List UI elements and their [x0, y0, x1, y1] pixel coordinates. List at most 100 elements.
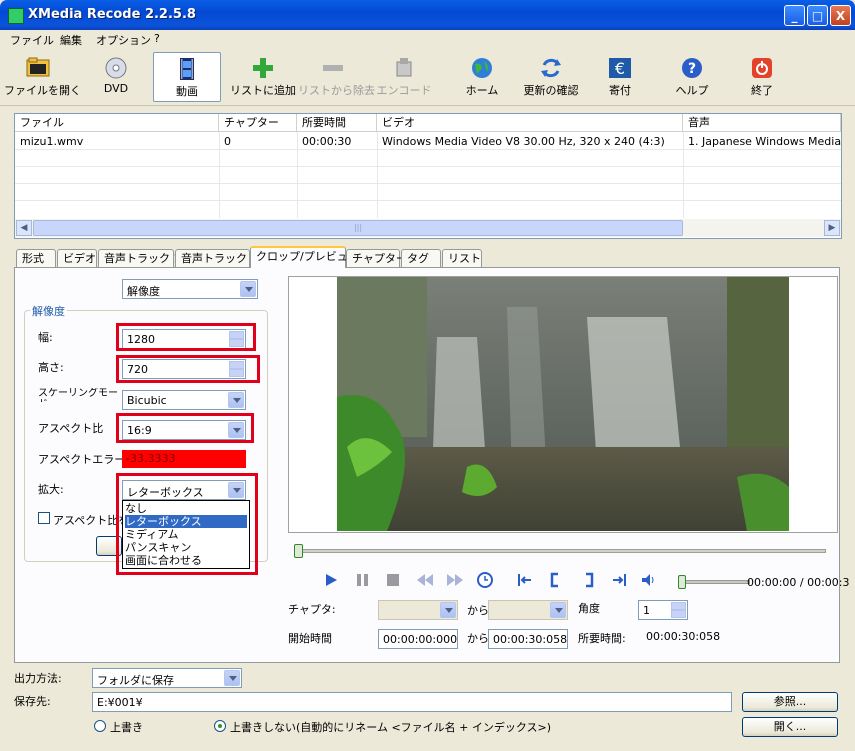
highlight-height [116, 355, 260, 383]
no-overwrite-radio[interactable] [214, 720, 226, 732]
chevron-down-icon[interactable] [240, 281, 256, 297]
radio-dot [218, 724, 222, 728]
video-frame [337, 277, 789, 531]
tab-audio-track-1[interactable]: 音声トラック 1 [98, 249, 181, 267]
output-method-value: フォルダに保存 [97, 674, 174, 687]
tab-chapter[interactable]: チャプター [346, 249, 407, 267]
euro-icon: € [609, 58, 631, 78]
volume-thumb[interactable] [678, 575, 686, 589]
chapter-end-select[interactable] [488, 600, 568, 620]
volume-track[interactable] [684, 580, 750, 584]
tab-crop-preview[interactable]: クロップ/プレビュー [250, 246, 359, 268]
fast-forward-icon[interactable] [446, 571, 464, 589]
browse-button[interactable]: 参照... [742, 692, 838, 712]
chapter-start-select[interactable] [378, 600, 458, 620]
angle-spinner[interactable] [671, 602, 686, 618]
dvd-icon [105, 57, 127, 79]
open-file-label: ファイルを開く [4, 84, 81, 97]
remove-from-list-button[interactable]: リストから除去 [298, 52, 375, 102]
overwrite-label: 上書き [110, 721, 143, 734]
tab-audio-track-2[interactable]: 音声トラック 2 [175, 249, 258, 267]
scaling-mode-label: スケーリングモー ド: [38, 388, 118, 402]
column-header-video[interactable]: ビデオ [377, 114, 683, 132]
destination-input[interactable]: E:¥001¥ [92, 692, 732, 712]
chevron-down-icon[interactable] [440, 602, 456, 618]
clock-icon[interactable] [476, 571, 494, 589]
dvd-label: DVD [103, 82, 129, 95]
tab-format[interactable]: 形式 [16, 249, 56, 267]
menu-edit[interactable]: 編集 [60, 32, 82, 48]
aspect-error-value: -33.3333 [122, 450, 246, 468]
globe-icon [472, 58, 492, 78]
go-to-start-icon[interactable] [516, 571, 534, 589]
encode-button[interactable]: エンコード [376, 52, 432, 102]
highlight-zoom [116, 473, 258, 575]
add-to-list-button[interactable]: リストに追加 [230, 52, 296, 102]
scroll-right-icon[interactable]: ▶ [824, 220, 840, 236]
output-method-select[interactable]: フォルダに保存 [92, 668, 242, 688]
maximize-button[interactable]: □ [807, 5, 828, 26]
aspect-ratio-label: アスペクト比 [38, 422, 104, 435]
aspect-error-label: アスペクトエラー: [38, 453, 129, 466]
home-button[interactable]: ホーム [460, 52, 504, 102]
dvd-button[interactable]: DVD [94, 52, 138, 102]
tab-list[interactable]: リスト [442, 249, 482, 267]
open-file-button[interactable]: ファイルを開く [4, 52, 81, 102]
pause-icon[interactable] [354, 571, 372, 589]
seek-thumb[interactable] [294, 544, 303, 558]
zoom-label: 拡大: [38, 483, 64, 496]
stop-icon[interactable] [384, 571, 402, 589]
tab-video[interactable]: ビデオ [57, 249, 97, 267]
minimize-button[interactable]: _ [784, 5, 805, 26]
menu-file[interactable]: ファイル [10, 32, 54, 48]
check-updates-label: 更新の確認 [523, 84, 579, 97]
column-header-duration[interactable]: 所要時間 [297, 114, 377, 132]
open-button[interactable]: 開く... [742, 717, 838, 737]
mark-out-icon[interactable] [580, 571, 598, 589]
go-to-end-icon[interactable] [610, 571, 628, 589]
end-time-input[interactable]: 00:00:30:058 [488, 629, 568, 649]
film-icon [180, 58, 194, 80]
scaling-mode-select[interactable]: Bicubic [122, 390, 246, 410]
scaling-mode-value: Bicubic [127, 394, 167, 407]
donate-label: 寄付 [609, 84, 631, 97]
menu-help[interactable]: ? [154, 32, 160, 45]
add-to-list-label: リストに追加 [230, 84, 296, 97]
menu-options[interactable]: オプション [96, 32, 151, 48]
rewind-icon[interactable] [416, 571, 434, 589]
column-header-file[interactable]: ファイル [15, 114, 219, 132]
scroll-left-icon[interactable]: ◀ [16, 220, 32, 236]
output-method-label: 出力方法: [14, 672, 62, 685]
mark-in-icon[interactable] [546, 571, 564, 589]
title-bar[interactable]: XMedia Recode 2.2.5.8 _ □ X [0, 0, 855, 30]
volume-icon[interactable] [640, 571, 658, 589]
file-list[interactable]: ファイル チャプター 所要時間 ビデオ 音声 mizu1.wmv 0 00:00… [14, 113, 844, 239]
play-icon[interactable] [322, 571, 340, 589]
close-button[interactable]: X [830, 5, 851, 26]
menu-bar: ファイル 編集 オプション ? [0, 30, 855, 48]
donate-button[interactable]: € 寄付 [598, 52, 642, 102]
horizontal-scrollbar[interactable]: ◀ ||| ▶ [15, 219, 841, 237]
exit-button[interactable]: 終了 [740, 52, 784, 102]
exit-label: 終了 [751, 84, 773, 97]
cell-file: mizu1.wmv [20, 135, 84, 148]
svg-text:?: ? [688, 61, 696, 77]
cell-chapter: 0 [224, 135, 231, 148]
column-header-chapter[interactable]: チャプター [219, 114, 297, 132]
keep-aspect-checkbox[interactable] [38, 512, 50, 524]
overwrite-radio[interactable] [94, 720, 106, 732]
tab-tags[interactable]: タグ [401, 249, 441, 267]
video-button[interactable]: 動画 [153, 52, 221, 102]
column-header-audio[interactable]: 音声 [683, 114, 841, 132]
toolbar: ファイルを開く DVD 動画 リストに追加 リストから除去 エンコード ホーム … [0, 49, 855, 106]
chevron-down-icon[interactable] [224, 670, 240, 686]
help-button[interactable]: ? ヘルプ [670, 52, 714, 102]
start-time-input[interactable]: 00:00:00:000 [378, 629, 458, 649]
chevron-down-icon[interactable] [550, 602, 566, 618]
check-updates-button[interactable]: 更新の確認 [518, 52, 584, 102]
chevron-down-icon[interactable] [228, 392, 244, 408]
seek-track[interactable] [294, 549, 826, 553]
crop-mode-select[interactable]: 解像度 [122, 279, 258, 299]
scroll-thumb[interactable]: ||| [33, 220, 683, 236]
angle-input[interactable]: 1 [638, 600, 688, 620]
